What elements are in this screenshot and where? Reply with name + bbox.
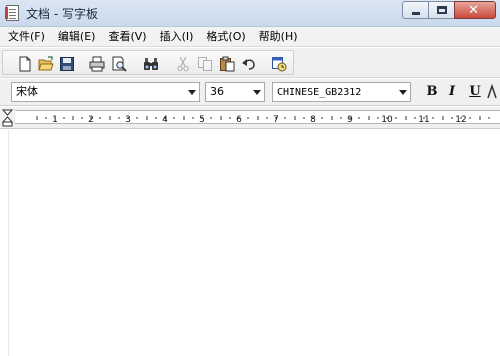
maximize-icon xyxy=(437,6,447,14)
ruler-ticks: 1 2 3 4 5 6 7 8 9 10 11 12 xyxy=(36,115,490,125)
menu-insert[interactable]: 插入(I) xyxy=(152,27,199,47)
toolbar-group xyxy=(2,50,294,75)
ruler-label-12: 12 xyxy=(455,115,466,125)
format-bar: 宋体 36 CHINESE_GB2312 B I U xyxy=(0,79,500,106)
print-icon[interactable] xyxy=(89,56,105,72)
ruler-strip: 1 2 3 4 5 6 7 8 9 10 11 12 xyxy=(15,110,500,125)
font-name-combo[interactable]: 宋体 xyxy=(11,82,200,102)
menu-edit[interactable]: 编辑(E) xyxy=(50,27,101,47)
save-icon[interactable] xyxy=(59,56,75,72)
script-value: CHINESE_GB2312 xyxy=(277,87,362,98)
ruler[interactable]: 1 2 3 4 5 6 7 8 9 10 11 12 xyxy=(0,107,500,129)
ruler-label-6: 6 xyxy=(236,115,242,125)
document-content[interactable] xyxy=(10,134,494,352)
menu-file[interactable]: 文件(F) xyxy=(0,27,50,47)
maximize-button[interactable] xyxy=(428,1,454,19)
copy-icon[interactable] xyxy=(197,56,213,72)
color-icon[interactable] xyxy=(486,84,498,100)
find-icon[interactable] xyxy=(143,56,159,72)
ruler-label-2: 2 xyxy=(88,115,94,125)
insert-datetime-icon[interactable] xyxy=(271,56,287,72)
font-size-combo[interactable]: 36 xyxy=(205,82,265,102)
script-dropdown-icon[interactable] xyxy=(399,90,407,95)
menu-view[interactable]: 查看(V) xyxy=(100,27,151,47)
indent-marker-icon[interactable] xyxy=(0,107,15,129)
minimize-button[interactable] xyxy=(402,1,428,19)
underline-button[interactable]: U xyxy=(467,84,483,100)
title-bar[interactable]: 文档 - 写字板 ✕ xyxy=(0,0,500,27)
menu-bar: 文件(F) 编辑(E) 查看(V) 插入(I) 格式(O) 帮助(H) xyxy=(0,27,500,47)
ruler-label-1: 1 xyxy=(52,115,58,125)
menu-help[interactable]: 帮助(H) xyxy=(251,27,303,47)
italic-button[interactable]: I xyxy=(444,84,460,100)
ruler-label-10: 10 xyxy=(381,115,393,125)
cut-icon[interactable] xyxy=(175,56,191,72)
new-icon[interactable] xyxy=(17,56,33,72)
font-size-dropdown-icon[interactable] xyxy=(253,90,261,95)
document-editor[interactable] xyxy=(0,130,500,356)
ruler-label-9: 9 xyxy=(347,115,353,125)
menu-format[interactable]: 格式(O) xyxy=(198,27,250,47)
open-icon[interactable] xyxy=(38,56,54,72)
window-title: 文档 - 写字板 xyxy=(26,7,98,21)
ruler-label-3: 3 xyxy=(125,115,131,125)
ruler-label-4: 4 xyxy=(162,115,168,125)
window-controls: ✕ xyxy=(402,1,496,19)
close-button[interactable]: ✕ xyxy=(454,1,496,19)
ruler-label-8: 8 xyxy=(310,115,316,125)
document-left-margin xyxy=(8,130,9,356)
bold-button[interactable]: B xyxy=(424,84,440,100)
font-size-value: 36 xyxy=(210,85,224,98)
font-name-dropdown-icon[interactable] xyxy=(188,90,196,95)
paste-icon[interactable] xyxy=(219,56,235,72)
minimize-icon xyxy=(412,12,420,15)
ruler-label-5: 5 xyxy=(199,115,205,125)
ruler-label-7: 7 xyxy=(273,115,279,125)
undo-icon[interactable] xyxy=(241,56,257,72)
print-preview-icon[interactable] xyxy=(111,56,127,72)
script-combo[interactable]: CHINESE_GB2312 xyxy=(272,82,411,102)
wordpad-app-icon[interactable] xyxy=(5,5,19,21)
font-name-value: 宋体 xyxy=(16,85,38,98)
close-icon: ✕ xyxy=(468,3,479,18)
standard-toolbar xyxy=(0,48,500,78)
ruler-label-11: 11 xyxy=(418,115,429,125)
